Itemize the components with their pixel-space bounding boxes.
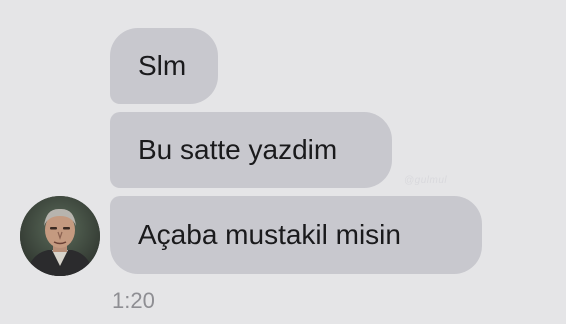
chat-thread: Slm Bu satte yazdim @gulmul Açaba mustak… [0,0,566,324]
message-timestamp: 1:20 [112,288,155,313]
message-text: Bu satte yazdim [138,134,338,165]
contact-avatar[interactable] [20,196,100,276]
message-bubble-1[interactable]: Slm [110,28,218,104]
message-text: Slm [138,50,187,81]
avatar-photo-icon [20,196,100,276]
watermark: @gulmul [404,175,448,186]
message-bubble-3[interactable]: Açaba mustakil misin [110,196,482,274]
message-text: Açaba mustakil misin [138,219,401,250]
message-bubble-2[interactable]: Bu satte yazdim [110,112,392,188]
